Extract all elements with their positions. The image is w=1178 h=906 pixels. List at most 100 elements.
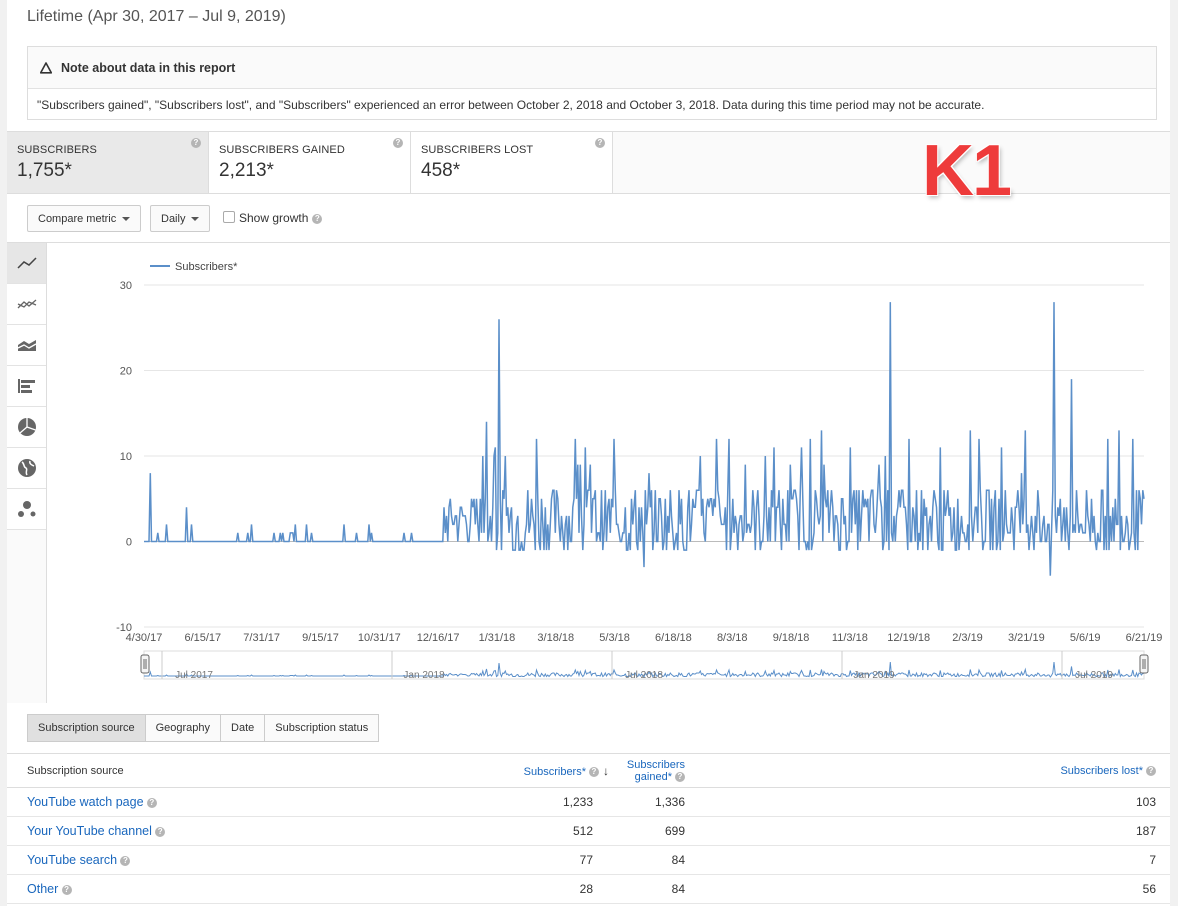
col-subscribers-lost[interactable]: Subscribers lost*? — [970, 753, 1170, 788]
granularity-label: Daily — [161, 212, 186, 225]
navigator-label: Jan 2019 — [853, 670, 895, 681]
line-chart[interactable]: 3020100-104/30/17 6/15/17 7/31/17 9/15/17 10… — [47, 243, 1170, 703]
col-label: Subscribers lost* — [1060, 764, 1143, 777]
gained-cell: 84 — [609, 874, 970, 904]
x-tick-label: 1/31/18 — [479, 632, 516, 644]
navigator-handle-left[interactable] — [140, 654, 150, 674]
help-icon[interactable]: ? — [589, 766, 599, 777]
table-row: YouTube watch page ? 1,233 1,336 103 — [7, 787, 1170, 817]
help-icon[interactable]: ? — [1146, 765, 1156, 776]
x-tick-label: 4/30/17 — [126, 632, 163, 644]
tab-geography[interactable]: Geography — [145, 714, 222, 742]
source-link[interactable]: YouTube watch page — [27, 795, 144, 809]
source-link[interactable]: Other — [27, 882, 58, 896]
note-title: Note about data in this report — [61, 60, 236, 75]
help-icon[interactable]: ? — [595, 138, 605, 148]
x-tick-label: 3/21/19 — [1008, 632, 1045, 644]
multi-line-chart-button[interactable] — [7, 284, 46, 325]
help-icon[interactable]: ? — [155, 826, 166, 837]
compare-metric-button[interactable]: Compare metric — [27, 205, 142, 232]
metric-subscribers[interactable]: SUBSCRIBERS 1,755* ? — [7, 132, 209, 193]
help-icon[interactable]: ? — [312, 213, 323, 224]
bar-chart-button[interactable] — [7, 366, 46, 407]
x-tick-label: 9/15/17 — [302, 632, 339, 644]
stacked-area-chart-button[interactable] — [7, 325, 46, 366]
y-tick-label: 10 — [120, 451, 132, 463]
help-icon[interactable]: ? — [393, 138, 403, 148]
tab-subscription-status[interactable]: Subscription status — [265, 714, 380, 742]
metric-label: SUBSCRIBERS — [17, 144, 97, 156]
date-range-label[interactable]: Lifetime (Apr 30, 2017 – Jul 9, 2019) — [27, 8, 286, 26]
col-subscribers-gained[interactable]: Subscribers gained*? — [609, 753, 970, 788]
help-icon[interactable]: ? — [61, 884, 72, 895]
legend-label: Subscribers* — [175, 261, 238, 273]
metric-subscribers-gained[interactable]: SUBSCRIBERS GAINED 2,213* ? — [209, 132, 411, 193]
show-growth-label[interactable]: Show growth? — [239, 211, 323, 225]
lost-cell: 187 — [970, 816, 1170, 846]
x-tick-label: 3/18/18 — [537, 632, 574, 644]
navigator-label: Jul 2018 — [625, 670, 663, 681]
x-tick-label: 11/3/18 — [832, 632, 868, 644]
globe-icon — [17, 459, 36, 477]
col-label: Subscribers* — [523, 765, 586, 778]
gained-cell: 699 — [609, 816, 970, 846]
x-tick-label: 10/31/17 — [358, 632, 401, 644]
help-icon[interactable]: ? — [120, 855, 131, 866]
stacked-area-chart-icon — [17, 340, 36, 351]
granularity-dropdown[interactable]: Daily — [150, 205, 211, 232]
tab-subscription-source[interactable]: Subscription source — [27, 714, 146, 742]
source-link[interactable]: YouTube search — [27, 853, 117, 867]
navigator-label: Jul 2017 — [175, 670, 213, 681]
multi-line-chart-icon — [17, 299, 36, 309]
x-tick-label: 6/21/19 — [1126, 632, 1163, 644]
x-tick-label: 6/15/17 — [184, 632, 221, 644]
subscribers-cell: 512 — [387, 816, 609, 846]
line-chart-icon — [16, 257, 37, 269]
caret-down-icon — [191, 216, 200, 221]
col-subscribers[interactable]: Subscribers*? ↓ — [387, 753, 609, 788]
caret-down-icon — [122, 216, 131, 221]
table-row: Your YouTube channel ? 512 699 187 — [7, 816, 1170, 846]
note-header: Note about data in this report — [28, 47, 1156, 89]
x-tick-label: 8/3/18 — [717, 632, 748, 644]
tab-date[interactable]: Date — [221, 714, 266, 742]
metric-value: 458* — [421, 160, 461, 181]
source-cell: Other ? — [7, 874, 387, 904]
series-line-subscribers — [144, 302, 1145, 576]
subscribers-cell: 1,233 — [387, 787, 609, 817]
x-tick-label: 2/3/19 — [952, 632, 983, 644]
subscription-source-table: Subscription source Subscribers*? ↓ Subsc… — [7, 753, 1170, 904]
bubble-chart-button[interactable] — [7, 489, 46, 530]
bar-chart-icon — [17, 379, 35, 393]
help-icon[interactable]: ? — [146, 797, 157, 808]
lost-cell: 7 — [970, 845, 1170, 875]
navigator-label: Jul 2019 — [1075, 670, 1113, 681]
pie-chart-button[interactable] — [7, 407, 46, 448]
show-growth-checkbox[interactable] — [223, 211, 235, 223]
navigator-handle-right[interactable] — [1139, 654, 1149, 674]
analytics-page: Lifetime (Apr 30, 2017 – Jul 9, 2019) No… — [7, 0, 1170, 906]
table-row: Other ? 28 84 56 — [7, 874, 1170, 904]
data-note-panel: Note about data in this report "Subscrib… — [27, 46, 1157, 120]
x-tick-label: 6/18/18 — [655, 632, 692, 644]
metric-label: SUBSCRIBERS GAINED — [219, 144, 345, 156]
map-chart-button[interactable] — [7, 448, 46, 489]
col-subscription-source[interactable]: Subscription source — [7, 753, 387, 788]
metric-value: 1,755* — [17, 160, 72, 181]
chart-area[interactable]: 30 20 10 0 -10 4/30/17 6/15/17 7/31/17 9/15/17 10… — [47, 243, 1170, 703]
gained-cell: 1,336 — [609, 787, 970, 817]
x-tick-label: 12/16/17 — [417, 632, 460, 644]
line-chart-button[interactable] — [7, 243, 46, 284]
help-icon[interactable]: ? — [191, 138, 201, 148]
warning-icon — [40, 61, 52, 74]
source-link[interactable]: Your YouTube channel — [27, 824, 152, 838]
source-cell: Your YouTube channel ? — [7, 816, 387, 846]
bubble-chart-icon — [17, 501, 35, 517]
help-icon[interactable]: ? — [675, 771, 685, 782]
x-tick-label: 7/31/17 — [243, 632, 280, 644]
subscribers-cell: 28 — [387, 874, 609, 904]
y-tick-label: 0 — [126, 537, 132, 549]
metric-subscribers-lost[interactable]: SUBSCRIBERS LOST 458* ? — [411, 132, 613, 193]
subscribers-cell: 77 — [387, 845, 609, 875]
show-growth-text: Show growth — [239, 211, 309, 225]
